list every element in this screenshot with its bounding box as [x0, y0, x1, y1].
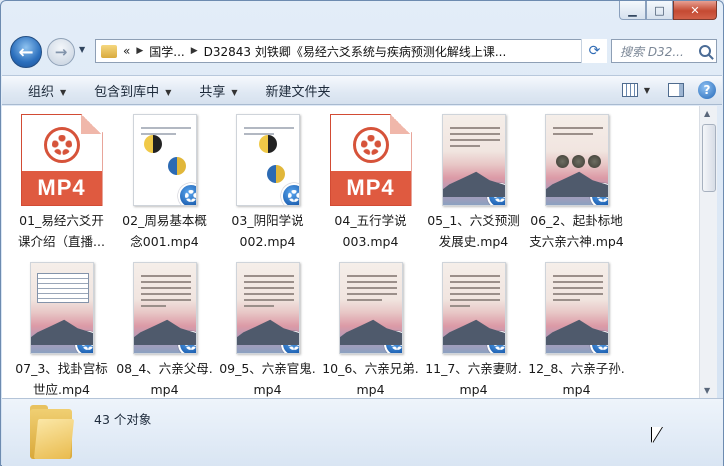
overflow-chevron[interactable]: « — [123, 44, 130, 58]
file-item[interactable]: 09_5、六亲官鬼. mp4 — [216, 262, 319, 398]
media-player-icon — [280, 331, 299, 353]
file-name: 02_周易基本概 念001.mp4 — [122, 213, 207, 249]
item-count: 43 个对象 — [94, 412, 152, 427]
address-bar[interactable]: « ▶ 国学... ▶ D32843 刘铁卿《易经六爻系统与疾病预测化解线上课.… — [95, 39, 607, 63]
file-name: 06_2、起卦标地 支六亲六神.mp4 — [529, 213, 624, 249]
file-name: 11_7、六亲妻财. mp4 — [425, 361, 522, 397]
search-placeholder: 搜索 D32... — [620, 44, 684, 59]
file-name: 05_1、六爻预测 发展史.mp4 — [427, 213, 520, 249]
chevron-down-icon: ▼ — [231, 87, 238, 97]
video-thumbnail — [235, 262, 300, 354]
scroll-up-icon[interactable]: ▲ — [704, 109, 710, 118]
file-item[interactable]: MP4 04_五行学说 003.mp4 — [319, 114, 422, 256]
video-thumbnail — [132, 114, 197, 206]
media-player-icon — [486, 183, 505, 205]
media-player-icon — [589, 183, 608, 205]
include-in-library-label: 包含到库中 — [94, 84, 160, 100]
file-item[interactable]: 06_2、起卦标地 支六亲六神.mp4 — [525, 114, 628, 256]
change-view-icon[interactable] — [621, 83, 638, 97]
back-button[interactable]: ← — [10, 36, 42, 68]
file-item[interactable]: 08_4、六亲父母. mp4 — [113, 262, 216, 398]
new-folder-button[interactable]: 新建文件夹 — [266, 81, 331, 100]
file-item[interactable]: 05_1、六爻预测 发展史.mp4 — [422, 114, 525, 256]
view-options-dropdown[interactable]: ▼ — [644, 86, 650, 95]
share-menu[interactable]: 共享 ▼ — [199, 81, 237, 100]
media-player-icon — [383, 331, 402, 353]
details-pane: 43 个对象 — [2, 398, 723, 466]
file-name: 03_阴阳学说 002.mp4 — [231, 213, 304, 249]
chevron-down-icon: ▼ — [165, 87, 172, 97]
media-player-icon — [74, 331, 93, 353]
mp4-file-icon: MP4 — [329, 114, 412, 206]
breadcrumb-item-current[interactable]: D32843 刘铁卿《易经六爻系统与疾病预测化解线上课... — [204, 43, 507, 60]
folder-icon — [101, 44, 117, 58]
arrow-left-icon: ← — [18, 41, 34, 63]
breadcrumb-separator-icon[interactable]: ▶ — [191, 46, 198, 56]
video-thumbnail — [235, 114, 300, 206]
media-player-icon — [280, 183, 299, 205]
help-icon[interactable]: ? — [698, 81, 716, 99]
file-grid: MP4 01_易经六爻开 课介绍（直播... 02_周易基本概 念001.mp4 0… — [10, 114, 628, 398]
command-bar: 组织 ▼ 包含到库中 ▼ 共享 ▼ 新建文件夹 ▼ ? — [2, 75, 722, 105]
video-thumbnail — [441, 262, 506, 354]
file-item[interactable]: 11_7、六亲妻财. mp4 — [422, 262, 525, 398]
mp4-file-icon: MP4 — [20, 114, 103, 206]
video-thumbnail — [29, 262, 94, 354]
media-player-icon — [589, 331, 608, 353]
file-item[interactable]: 10_6、六亲兄弟. mp4 — [319, 262, 422, 398]
scrollbar-thumb[interactable] — [702, 124, 716, 192]
caption-buttons: ▁ □ ✕ — [619, 1, 717, 20]
media-player-icon — [177, 331, 196, 353]
file-item[interactable]: 07_3、找卦宫标 世应.mp4 — [10, 262, 113, 398]
scroll-down-icon[interactable]: ▼ — [704, 386, 710, 395]
file-item[interactable]: 03_阴阳学说 002.mp4 — [216, 114, 319, 256]
video-thumbnail — [441, 114, 506, 206]
file-item[interactable]: 12_8、六亲子孙. mp4 — [525, 262, 628, 398]
mp4-label: MP4 — [21, 170, 102, 205]
media-player-icon — [486, 331, 505, 353]
share-label: 共享 — [199, 84, 226, 100]
video-thumbnail — [132, 262, 197, 354]
mouse-cursor-icon — [652, 427, 664, 445]
recent-pages-dropdown[interactable]: ▼ — [79, 45, 85, 54]
file-name: 04_五行学说 003.mp4 — [334, 213, 407, 249]
video-thumbnail — [338, 262, 403, 354]
file-name: 12_8、六亲子孙. mp4 — [528, 361, 625, 397]
media-player-icon — [177, 183, 196, 205]
folder-icon — [30, 405, 75, 459]
mp4-label: MP4 — [330, 170, 411, 205]
explorer-window: ▁ □ ✕ ← → ▼ « ▶ 国学... ▶ D32843 刘铁卿《易经六爻系… — [0, 0, 724, 466]
vertical-scrollbar[interactable]: ▲ ▼ — [699, 106, 717, 398]
chevron-down-icon: ▼ — [60, 87, 67, 97]
file-name: 10_6、六亲兄弟. mp4 — [322, 361, 419, 397]
close-button[interactable]: ✕ — [673, 1, 717, 20]
organize-menu[interactable]: 组织 ▼ — [28, 81, 66, 100]
search-input[interactable]: 搜索 D32... — [611, 39, 717, 63]
breadcrumb-separator-icon[interactable]: ▶ — [136, 46, 143, 56]
file-item[interactable]: 02_周易基本概 念001.mp4 — [113, 114, 216, 256]
preview-pane-icon[interactable] — [668, 83, 684, 97]
toolbar-right: ▼ ? — [621, 76, 722, 104]
arrow-right-icon: → — [54, 43, 68, 61]
video-thumbnail — [544, 262, 609, 354]
refresh-button[interactable]: ⟳ — [581, 39, 607, 63]
refresh-icon: ⟳ — [588, 43, 601, 59]
file-name: 09_5、六亲官鬼. mp4 — [219, 361, 316, 397]
minimize-button[interactable]: ▁ — [619, 1, 646, 20]
file-name: 08_4、六亲父母. mp4 — [116, 361, 213, 397]
forward-button[interactable]: → — [47, 38, 75, 66]
file-name: 01_易经六爻开 课介绍（直播... — [18, 213, 105, 249]
search-icon[interactable] — [699, 45, 711, 57]
file-name: 07_3、找卦宫标 世应.mp4 — [15, 361, 108, 397]
file-list-view[interactable]: MP4 01_易经六爻开 课介绍（直播... 02_周易基本概 念001.mp4 0… — [2, 106, 699, 398]
organize-label: 组织 — [28, 84, 55, 100]
maximize-button[interactable]: □ — [646, 1, 673, 20]
include-in-library-menu[interactable]: 包含到库中 ▼ — [94, 81, 171, 100]
file-item[interactable]: MP4 01_易经六爻开 课介绍（直播... — [10, 114, 113, 256]
video-thumbnail — [544, 114, 609, 206]
breadcrumb-item-guoxue[interactable]: 国学... — [149, 43, 184, 60]
